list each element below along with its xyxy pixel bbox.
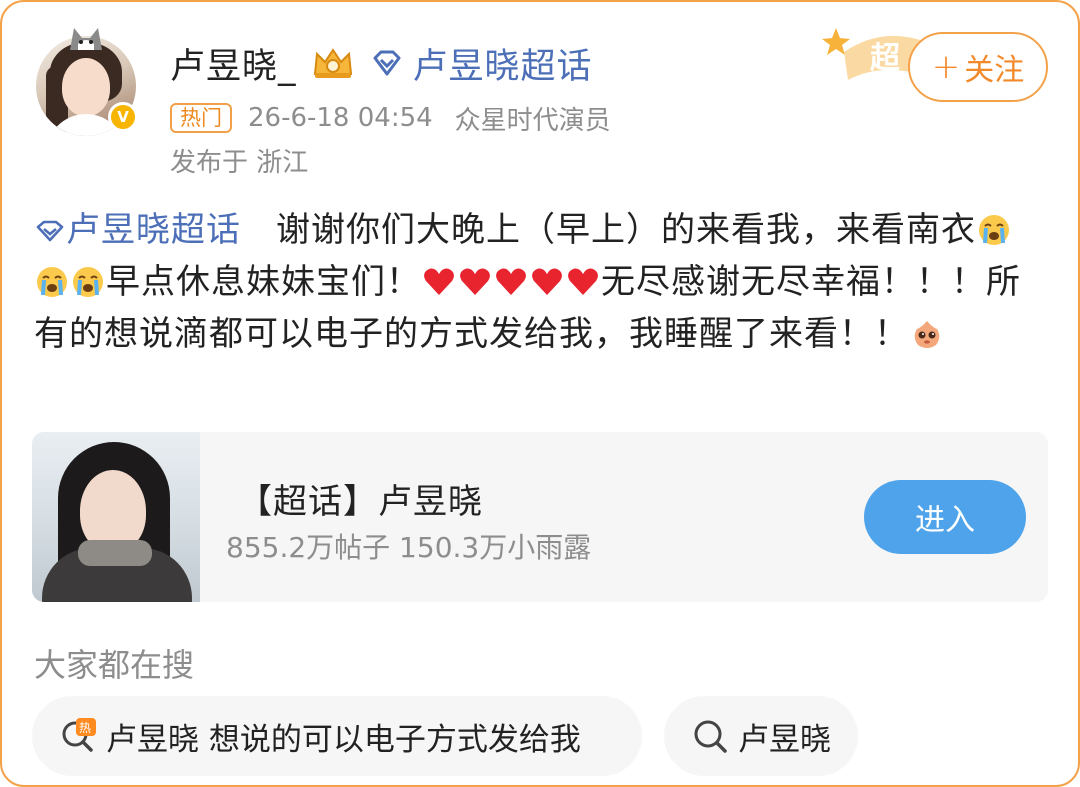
svg-text:超: 超 <box>870 41 901 76</box>
red-heart-icon <box>496 268 526 295</box>
supertopic-thumbnail <box>32 432 200 602</box>
plus-icon: + <box>931 47 961 87</box>
post-timestamp: 26-6-18 04:54 <box>248 103 433 133</box>
cat-ears-icon <box>70 28 102 50</box>
post-supertopic-tag[interactable]: 卢昱晓超话 <box>66 210 241 250</box>
crown-icon <box>313 48 352 78</box>
supertopic-diamond-icon <box>36 220 64 242</box>
user-name-row: 卢昱晓_ 卢昱晓超话 <box>170 38 593 89</box>
hot-search-icon: 热 <box>62 718 96 752</box>
svg-text:热: 热 <box>79 721 91 735</box>
red-heart-icon <box>568 268 598 295</box>
supertopic-title: 【超话】卢昱晓 <box>238 482 483 522</box>
search-chip-hot[interactable]: 热 卢昱晓 想说的可以电子方式发给我 <box>32 696 642 776</box>
shy-face-emoji-icon <box>914 321 940 348</box>
hot-badge: 热门 <box>170 103 232 133</box>
enter-button[interactable]: 进入 <box>864 480 1026 554</box>
search-chip[interactable]: 卢昱晓 <box>664 696 858 776</box>
supertopic-stats: 855.2万帖子 150.3万小雨露 <box>226 531 592 564</box>
search-chip-label: 卢昱晓 <box>738 721 831 758</box>
username[interactable]: 卢昱晓_ <box>170 38 297 89</box>
post-meta: 热门 26-6-18 04:54 众星时代演员 <box>170 100 611 136</box>
red-heart-icon <box>532 268 562 295</box>
supertopic-link[interactable]: 卢昱晓超话 <box>413 38 593 89</box>
crying-emoji-icon <box>73 267 103 297</box>
post-text-part-2: 早点休息妹妹宝们！ <box>106 262 421 302</box>
search-icon <box>694 720 727 753</box>
crying-emoji-icon <box>979 215 1009 245</box>
red-heart-icon <box>424 268 454 295</box>
search-chip-label: 卢昱晓 想说的可以电子方式发给我 <box>106 721 581 758</box>
user-agency: 众星时代演员 <box>454 105 611 136</box>
supertopic-card[interactable]: 【超话】卢昱晓 855.2万帖子 150.3万小雨露 进入 <box>32 432 1048 602</box>
crying-emoji-icon <box>37 267 67 297</box>
post-content: 卢昱晓超话 谢谢你们大晚上（早上）的来看我，来看南衣早点休息妹妹宝们！ 无尽感谢无… <box>34 204 1044 360</box>
verified-badge-icon: V <box>108 102 138 132</box>
follow-label: 关注 <box>964 53 1025 88</box>
follow-button[interactable]: + 关注 <box>908 32 1048 102</box>
supertopic-diamond-icon <box>373 50 401 76</box>
red-heart-icon <box>460 268 490 295</box>
trending-search-heading: 大家都在搜 <box>34 646 195 684</box>
post-location: 发布于 浙江 <box>170 148 309 178</box>
avatar[interactable]: V <box>36 28 138 136</box>
post-text-part-1: 谢谢你们大晚上（早上）的来看我，来看南衣 <box>241 210 976 250</box>
